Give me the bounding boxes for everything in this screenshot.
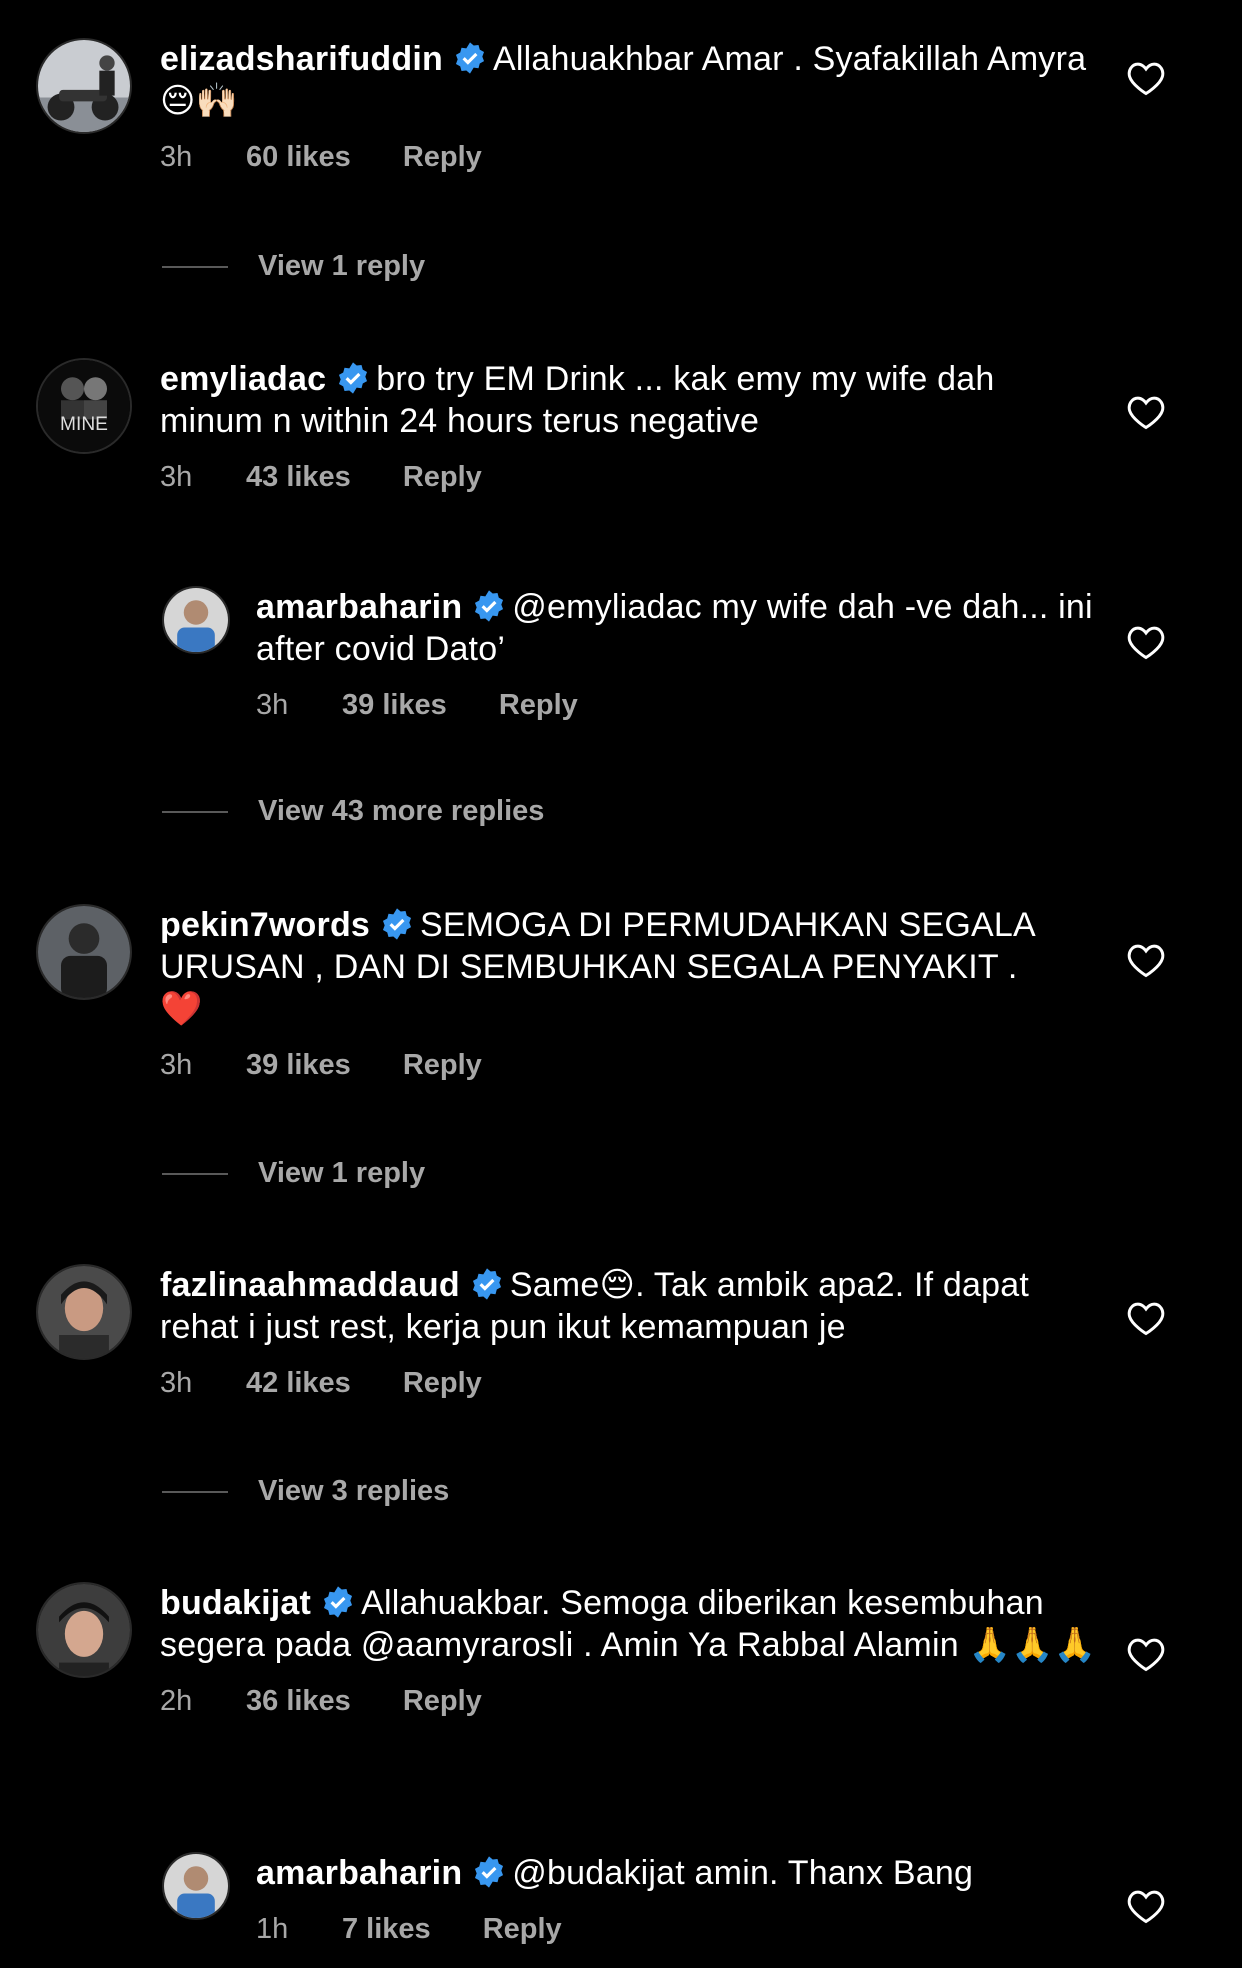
heart-icon[interactable] [1126,1888,1166,1924]
view-replies-link[interactable]: View 3 replies [162,1475,449,1508]
avatar-photo-motorbike [38,40,130,132]
username[interactable]: pekin7words [160,906,370,944]
comment-emoji: 😔🙌🏻 [160,81,239,121]
avatar[interactable] [36,1582,132,1678]
likes-count[interactable]: 39 likes [246,1048,351,1082]
verified-badge-icon [472,1855,506,1889]
avatar-photo-person [164,588,228,652]
comment-text: @budakijat amin. Thanx Bang [512,1854,974,1892]
comment-emoji: 😔 [599,1265,636,1305]
heart-icon[interactable] [1126,60,1166,96]
avatar-logo-text: MINE [60,414,108,435]
comment-time: 3h [160,141,193,173]
avatar[interactable] [36,1264,132,1360]
comment-time: 3h [256,689,289,721]
avatar[interactable] [162,586,230,654]
username[interactable]: elizadsharifuddin [160,40,443,78]
comment-emoji: 🙏🙏🙏 [968,1625,1097,1665]
comment-text: Allahuakhbar Amar . Syafakillah Amyra [493,40,1087,78]
username[interactable]: budakijat [160,1584,311,1622]
view-replies-label: View 43 more replies [258,795,545,827]
verified-badge-icon [472,589,506,623]
divider-line [162,1490,228,1493]
view-replies-link[interactable]: View 43 more replies [162,795,544,828]
verified-badge-icon [380,907,414,941]
view-replies-label: View 1 reply [258,250,426,282]
heart-icon[interactable] [1126,1300,1166,1336]
divider-line [162,810,228,813]
heart-icon[interactable] [1126,942,1166,978]
comment-time: 3h [160,461,193,493]
comment-text-part-1: Same [509,1266,600,1304]
view-replies-link[interactable]: View 1 reply [162,1157,425,1190]
username[interactable]: amarbaharin [256,588,462,626]
avatar[interactable] [36,904,132,1000]
view-replies-label: View 3 replies [258,1475,450,1507]
username[interactable]: amarbaharin [256,1854,462,1892]
likes-count[interactable]: 43 likes [246,460,351,494]
likes-count[interactable]: 7 likes [342,1912,431,1946]
avatar-photo-person [38,1266,130,1358]
avatar[interactable]: MINE [36,358,132,454]
avatar-photo-person [38,1584,130,1676]
reply-button[interactable]: Reply [403,1048,482,1082]
comment-emoji: ❤️ [160,989,203,1029]
reply-button[interactable]: Reply [403,460,482,494]
heart-icon[interactable] [1126,1636,1166,1672]
reply-button[interactable]: Reply [403,140,482,174]
heart-icon[interactable] [1126,624,1166,660]
view-replies-label: View 1 reply [258,1157,426,1189]
comment-time: 2h [160,1685,193,1717]
comment-time: 1h [256,1913,289,1945]
reply-button[interactable]: Reply [403,1684,482,1718]
avatar-photo-mine: MINE [38,360,130,452]
likes-count[interactable]: 39 likes [342,688,447,722]
reply-button[interactable]: Reply [403,1366,482,1400]
verified-badge-icon [336,361,370,395]
reply-button[interactable]: Reply [499,688,578,722]
avatar-photo-person [164,1854,228,1918]
reply-button[interactable]: Reply [483,1912,562,1946]
likes-count[interactable]: 60 likes [246,140,351,174]
username[interactable]: fazlinaahmaddaud [160,1266,460,1304]
avatar[interactable] [36,38,132,134]
username[interactable]: emyliadac [160,360,326,398]
view-replies-link[interactable]: View 1 reply [162,250,425,283]
likes-count[interactable]: 36 likes [246,1684,351,1718]
divider-line [162,1172,228,1175]
verified-badge-icon [453,41,487,75]
comment-time: 3h [160,1049,193,1081]
likes-count[interactable]: 42 likes [246,1366,351,1400]
verified-badge-icon [321,1585,355,1619]
verified-badge-icon [470,1267,504,1301]
heart-icon[interactable] [1126,394,1166,430]
avatar-photo-person [38,906,130,998]
comment-time: 3h [160,1367,193,1399]
avatar[interactable] [162,1852,230,1920]
divider-line [162,265,228,268]
